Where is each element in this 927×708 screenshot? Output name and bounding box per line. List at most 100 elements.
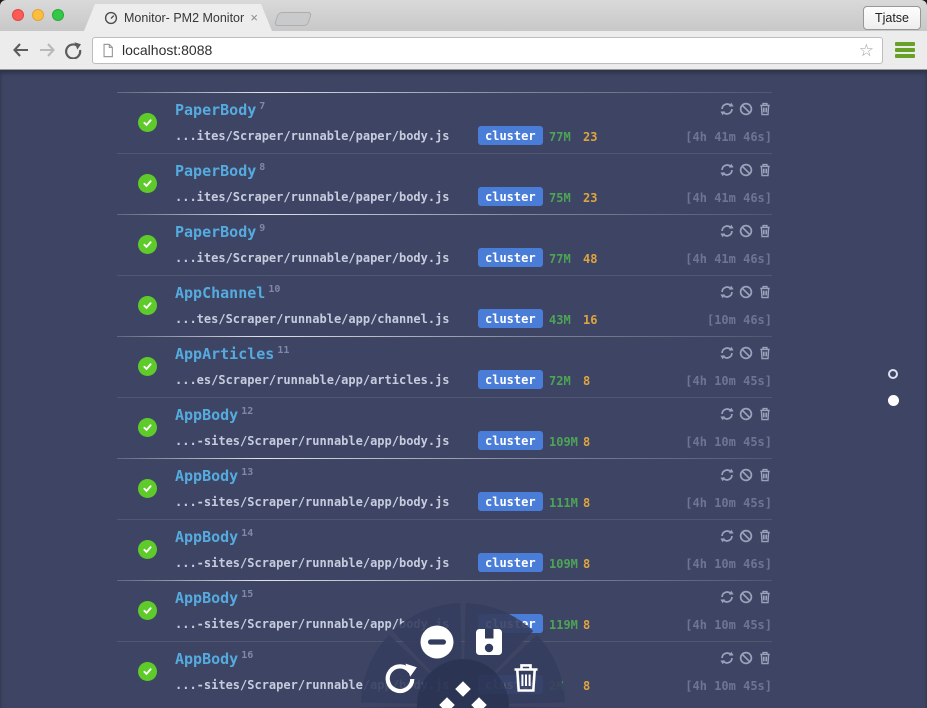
stop-icon[interactable] <box>739 163 753 177</box>
restart-icon[interactable] <box>720 651 734 665</box>
back-arrow-icon <box>13 43 28 57</box>
process-id: 11 <box>277 345 290 356</box>
mode-badge: cluster <box>478 553 543 572</box>
row-actions <box>720 224 772 238</box>
process-row[interactable]: AppBody 14 ...-sites/Scraper/runnable/ap… <box>117 519 772 580</box>
process-name: AppBody 12 <box>175 406 254 424</box>
restart-icon[interactable] <box>720 102 734 116</box>
process-name: AppBody 13 <box>175 467 254 485</box>
status-online-icon <box>138 174 157 193</box>
reload-button[interactable] <box>60 37 86 63</box>
process-path: ...-sites/Scraper/runnable/app/body.js <box>175 556 450 570</box>
reload-icon <box>65 42 82 59</box>
restart-icon[interactable] <box>720 163 734 177</box>
radial-action-menu <box>361 603 565 708</box>
stop-icon[interactable] <box>739 407 753 421</box>
cpu-value: 48 <box>583 252 598 266</box>
browser-toolbar: localhost:8088 ☆ <box>0 31 927 70</box>
delete-icon[interactable] <box>758 407 772 421</box>
process-name: AppBody 16 <box>175 650 254 668</box>
process-row[interactable]: AppBody 13 ...-sites/Scraper/runnable/ap… <box>117 458 772 519</box>
process-row[interactable]: AppChannel 10 ...tes/Scraper/runnable/ap… <box>117 275 772 336</box>
radial-stop-icon[interactable] <box>420 625 454 659</box>
tab-close-icon[interactable]: × <box>250 11 258 24</box>
delete-icon[interactable] <box>758 163 772 177</box>
close-window-button[interactable] <box>12 9 24 21</box>
delete-icon[interactable] <box>758 590 772 604</box>
back-button[interactable] <box>8 37 34 63</box>
restart-icon[interactable] <box>720 590 734 604</box>
restart-icon[interactable] <box>720 468 734 482</box>
process-name: PaperBody 9 <box>175 223 266 241</box>
cpu-value: 8 <box>583 557 591 571</box>
uptime-value: [10m 46s] <box>706 313 772 327</box>
memory-value: 75M <box>549 191 571 205</box>
memory-value: 72M <box>549 374 571 388</box>
process-path: ...es/Scraper/runnable/app/articles.js <box>175 373 450 387</box>
status-online-icon <box>138 357 157 376</box>
cpu-value: 16 <box>583 313 598 327</box>
status-online-icon <box>138 113 157 132</box>
process-row[interactable]: AppArticles 11 ...es/Scraper/runnable/ap… <box>117 336 772 397</box>
process-name: PaperBody 7 <box>175 101 266 119</box>
stop-icon[interactable] <box>739 102 753 116</box>
delete-icon[interactable] <box>758 224 772 238</box>
browser-menu-icon[interactable] <box>895 42 915 58</box>
process-id: 12 <box>241 406 254 417</box>
delete-icon[interactable] <box>758 285 772 299</box>
uptime-value: [4h 10m 45s] <box>685 496 772 510</box>
forward-button[interactable] <box>34 37 60 63</box>
uptime-value: [4h 10m 45s] <box>685 679 772 693</box>
status-online-icon <box>138 235 157 254</box>
row-actions <box>720 468 772 482</box>
delete-icon[interactable] <box>758 346 772 360</box>
tab-strip: Monitor- PM2 Monitor × Tjatse <box>0 0 927 31</box>
profile-button[interactable]: Tjatse <box>862 6 921 30</box>
stop-icon[interactable] <box>739 468 753 482</box>
memory-value: 43M <box>549 313 571 327</box>
uptime-value: [4h 10m 45s] <box>685 435 772 449</box>
restart-icon[interactable] <box>720 529 734 543</box>
traffic-lights <box>12 9 64 21</box>
pagination-dot-1[interactable] <box>888 369 898 379</box>
new-tab-button[interactable] <box>273 12 313 26</box>
process-id: 14 <box>241 528 254 539</box>
mode-badge: cluster <box>478 370 543 389</box>
delete-icon[interactable] <box>758 102 772 116</box>
stop-icon[interactable] <box>739 651 753 665</box>
process-path: ...tes/Scraper/runnable/app/channel.js <box>175 312 450 326</box>
process-name: AppArticles 11 <box>175 345 290 363</box>
process-row[interactable]: PaperBody 7 ...ites/Scraper/runnable/pap… <box>117 92 772 153</box>
memory-value: 77M <box>549 252 571 266</box>
mode-badge: cluster <box>478 187 543 206</box>
stop-icon[interactable] <box>739 346 753 360</box>
stop-icon[interactable] <box>739 224 753 238</box>
process-row[interactable]: AppBody 12 ...-sites/Scraper/runnable/ap… <box>117 397 772 458</box>
minimize-window-button[interactable] <box>32 9 44 21</box>
bookmark-star-icon[interactable]: ☆ <box>859 42 874 59</box>
process-row[interactable]: PaperBody 8 ...ites/Scraper/runnable/pap… <box>117 153 772 214</box>
row-actions <box>720 346 772 360</box>
stop-icon[interactable] <box>739 529 753 543</box>
zoom-window-button[interactable] <box>52 9 64 21</box>
restart-icon[interactable] <box>720 224 734 238</box>
process-path: ...ites/Scraper/runnable/paper/body.js <box>175 190 450 204</box>
radial-save-icon[interactable] <box>476 629 502 655</box>
cpu-value: 23 <box>583 191 598 205</box>
restart-icon[interactable] <box>720 285 734 299</box>
restart-icon[interactable] <box>720 346 734 360</box>
process-path: ...-sites/Scraper/runnable/app/body.js <box>175 434 450 448</box>
delete-icon[interactable] <box>758 529 772 543</box>
process-row[interactable]: PaperBody 9 ...ites/Scraper/runnable/pap… <box>117 214 772 275</box>
pagination-dot-2-active[interactable] <box>888 395 899 406</box>
status-online-icon <box>138 662 157 681</box>
stop-icon[interactable] <box>739 285 753 299</box>
restart-icon[interactable] <box>720 407 734 421</box>
stop-icon[interactable] <box>739 590 753 604</box>
delete-icon[interactable] <box>758 468 772 482</box>
process-id: 9 <box>259 223 266 234</box>
delete-icon[interactable] <box>758 651 772 665</box>
tab-pm2-monitor[interactable]: Monitor- PM2 Monitor × <box>84 4 272 31</box>
address-bar[interactable]: localhost:8088 ☆ <box>92 36 883 64</box>
status-online-icon <box>138 540 157 559</box>
